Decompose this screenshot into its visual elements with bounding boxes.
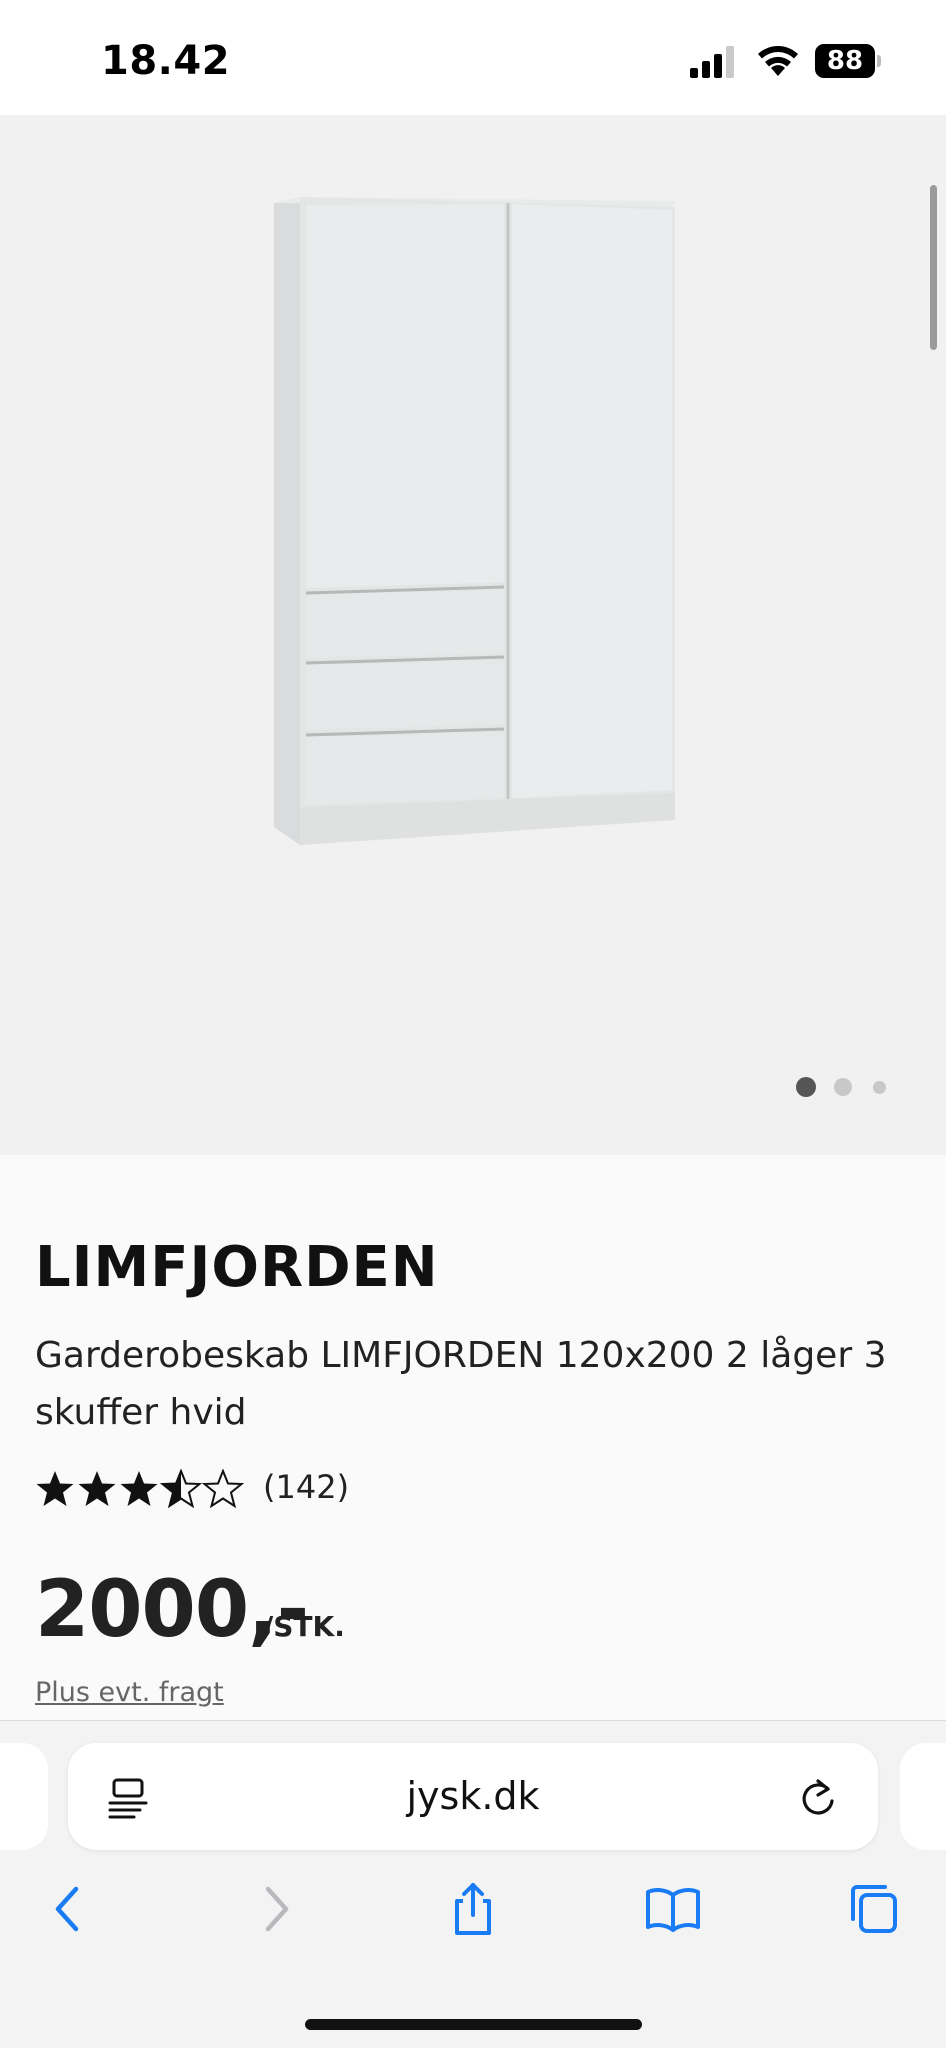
battery-nub xyxy=(877,55,881,67)
bookmarks-icon[interactable] xyxy=(645,1881,701,1937)
product-brand: LIMFJORDEN xyxy=(35,1235,439,1300)
price-unit: /STK. xyxy=(263,1610,345,1643)
previous-tab-peek[interactable] xyxy=(0,1743,48,1850)
tabs-icon[interactable] xyxy=(845,1881,901,1937)
home-indicator[interactable] xyxy=(305,2019,642,2030)
product-gallery[interactable] xyxy=(0,115,946,1155)
cellular-signal-icon xyxy=(690,46,734,78)
address-bar[interactable]: jysk.dk xyxy=(68,1743,878,1850)
gallery-dot-1[interactable] xyxy=(796,1077,816,1097)
star-icon-3 xyxy=(120,1471,158,1506)
reload-icon[interactable] xyxy=(798,1777,838,1819)
rating-count[interactable]: (142) xyxy=(263,1465,349,1509)
battery-percent: 88 xyxy=(826,46,864,76)
battery-indicator: 88 xyxy=(815,44,881,78)
rating-stars xyxy=(36,1470,243,1507)
price-row: 2000,- /STK. xyxy=(35,1565,635,1655)
star-empty-icon-5 xyxy=(203,1470,243,1507)
gallery-dot-2[interactable] xyxy=(834,1078,852,1096)
page-scroll-indicator xyxy=(930,185,937,350)
status-time: 18.42 xyxy=(101,38,231,84)
wifi-icon xyxy=(758,46,798,76)
star-icon-1 xyxy=(36,1471,74,1506)
product-title: Garderobeskab LIMFJORDEN 120x200 2 låger… xyxy=(35,1335,887,1433)
status-bar: 18.42 88 xyxy=(0,0,946,115)
back-icon[interactable] xyxy=(42,1881,98,1937)
gallery-pagination[interactable] xyxy=(796,1077,896,1097)
product-image-wardrobe xyxy=(274,197,677,845)
forward-icon[interactable] xyxy=(246,1881,302,1937)
star-half-icon-4 xyxy=(161,1470,201,1507)
url-text[interactable]: jysk.dk xyxy=(68,1743,878,1850)
product-info: LIMFJORDEN Garderobeskab LIMFJORDEN 120x… xyxy=(0,1155,946,1720)
share-icon[interactable] xyxy=(445,1881,501,1937)
shipping-note-link[interactable]: Plus evt. fragt xyxy=(35,1677,224,1708)
gallery-dot-3[interactable] xyxy=(873,1081,886,1094)
browser-toolbar: jysk.dk xyxy=(0,1720,946,2048)
star-icon-2 xyxy=(78,1471,116,1506)
product-rating[interactable]: (142) xyxy=(35,1465,435,1509)
next-tab-peek[interactable] xyxy=(900,1743,946,1850)
